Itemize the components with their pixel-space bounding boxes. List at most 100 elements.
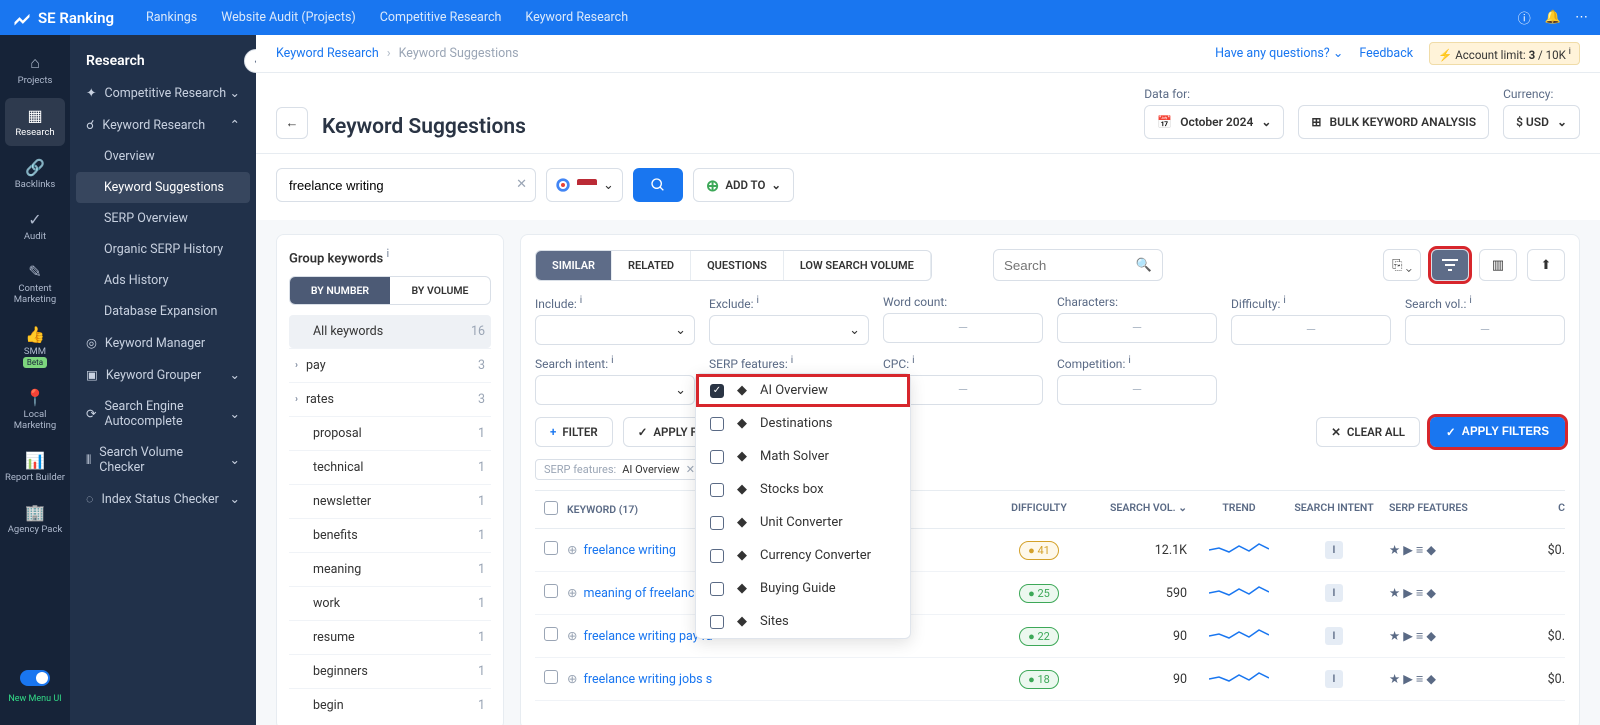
rail-report-builder[interactable]: 📊Report Builder <box>5 443 65 491</box>
sidebar-competitive-research[interactable]: ✦Competitive Research⌄ <box>70 77 256 109</box>
currency-selector[interactable]: $ USD ⌄ <box>1503 105 1580 139</box>
col-search-intent[interactable]: SEARCH INTENT <box>1279 501 1389 518</box>
sidebar-sub-overview[interactable]: Overview <box>70 141 256 172</box>
sidebar-keyword-grouper[interactable]: ▣Keyword Grouper⌄ <box>70 359 256 391</box>
sidebar-keyword-research[interactable]: ☌Keyword Research⌃ <box>70 109 256 141</box>
sidebar-sub-keyword-suggestions[interactable]: Keyword Suggestions <box>76 172 250 203</box>
nav-website-audit[interactable]: Website Audit (Projects) <box>209 10 368 25</box>
new-menu-toggle[interactable]: New Menu UI <box>8 670 61 705</box>
filter-exclude[interactable]: ⌄ <box>709 315 869 345</box>
brand-logo[interactable]: SE Ranking <box>12 8 114 28</box>
add-filter-button[interactable]: +FILTER <box>535 417 613 447</box>
group-item[interactable]: All keywords16 <box>289 315 491 348</box>
rail-agency-pack[interactable]: 🏢Agency Pack <box>5 495 65 543</box>
group-item[interactable]: beginners1 <box>289 654 491 688</box>
more-icon[interactable]: ⋯ <box>1575 10 1588 25</box>
sidebar-sub-organic-serp-history[interactable]: Organic SERP History <box>70 234 256 265</box>
rail-backlinks[interactable]: 🔗Backlinks <box>5 150 65 198</box>
clear-search-icon[interactable]: ✕ <box>516 177 527 192</box>
breadcrumb-parent[interactable]: Keyword Research <box>276 46 379 61</box>
row-checkbox[interactable] <box>544 584 558 598</box>
rail-smm[interactable]: 👍SMMBeta <box>5 317 65 376</box>
seg-by-number[interactable]: BY NUMBER <box>290 277 390 304</box>
filter-difficulty[interactable]: — <box>1231 315 1391 345</box>
clear-all-button[interactable]: ✕ CLEAR ALL <box>1316 417 1420 447</box>
tab-questions[interactable]: QUESTIONS <box>691 251 784 280</box>
sidebar-search-volume-checker[interactable]: ⫴Search Volume Checker⌄ <box>70 437 256 483</box>
sidebar-sub-ads-history[interactable]: Ads History <box>70 265 256 296</box>
col-cpc[interactable]: C <box>1509 501 1565 518</box>
filter-word-count[interactable]: — <box>883 313 1043 343</box>
group-item[interactable]: benefits1 <box>289 518 491 552</box>
sidebar-search-engine-autocomplete[interactable]: ⟳Search Engine Autocomplete⌄ <box>70 391 256 437</box>
serp-option[interactable]: ◆Math Solver <box>696 440 910 473</box>
filter-competition[interactable]: — <box>1057 375 1217 405</box>
filter-characters[interactable]: — <box>1057 313 1217 343</box>
serp-option[interactable]: ◆Currency Converter <box>696 539 910 572</box>
row-checkbox[interactable] <box>544 627 558 641</box>
group-item[interactable]: work1 <box>289 586 491 620</box>
add-to-button[interactable]: ⊕ADD TO ⌄ <box>693 168 794 202</box>
tab-related[interactable]: RELATED <box>612 251 691 280</box>
columns-button[interactable]: ▥ <box>1479 249 1517 281</box>
select-all-checkbox[interactable] <box>544 501 558 515</box>
questions-link[interactable]: Have any questions? ⌄ <box>1215 45 1343 61</box>
serp-option[interactable]: ✓◆AI Overview <box>696 374 910 407</box>
filter-search-vol[interactable]: — <box>1405 315 1565 345</box>
sidebar-keyword-manager[interactable]: ◎Keyword Manager <box>70 327 256 359</box>
notifications-icon[interactable]: 🔔 <box>1545 10 1561 25</box>
nav-rankings[interactable]: Rankings <box>134 10 209 25</box>
group-item[interactable]: technical1 <box>289 450 491 484</box>
sidebar-sub-serp-overview[interactable]: SERP Overview <box>70 203 256 234</box>
seg-by-volume[interactable]: BY VOLUME <box>390 277 490 304</box>
serp-option[interactable]: ◆Sites <box>696 605 910 638</box>
sidebar-sub-database-expansion[interactable]: Database Expansion <box>70 296 256 327</box>
results-search-input[interactable] <box>1004 258 1136 273</box>
keyword-link[interactable]: freelance writing pay ra <box>583 629 712 644</box>
row-checkbox[interactable] <box>544 541 558 555</box>
sidebar-index-status-checker[interactable]: ◌Index Status Checker⌄ <box>70 483 256 515</box>
help-icon[interactable]: ⓘ <box>1518 8 1531 27</box>
tab-low-search-volume[interactable]: LOW SEARCH VOLUME <box>784 251 931 280</box>
row-checkbox[interactable] <box>544 670 558 684</box>
tab-similar[interactable]: SIMILAR <box>536 251 612 280</box>
group-item[interactable]: resume1 <box>289 620 491 654</box>
keyword-link[interactable]: freelance writing <box>583 543 675 558</box>
filter-include[interactable]: ⌄ <box>535 315 695 345</box>
col-trend[interactable]: TREND <box>1199 501 1279 518</box>
group-item[interactable]: newsletter1 <box>289 484 491 518</box>
keyword-link[interactable]: freelance writing jobs s <box>583 672 712 687</box>
rail-projects[interactable]: ⌂Projects <box>5 45 65 94</box>
group-item[interactable]: meaning1 <box>289 552 491 586</box>
serp-option[interactable]: ◆Buying Guide <box>696 572 910 605</box>
search-engine-selector[interactable]: ⌄ <box>546 168 623 202</box>
filter-icon-button[interactable] <box>1431 249 1469 281</box>
col-search-vol[interactable]: SEARCH VOL. ⌄ <box>1089 501 1199 518</box>
date-selector[interactable]: 📅 October 2024 ⌄ <box>1144 105 1284 139</box>
serp-option[interactable]: ◆Stocks box <box>696 473 910 506</box>
group-item[interactable]: begin1 <box>289 688 491 722</box>
group-item[interactable]: ›rates3 <box>289 382 491 416</box>
filter-search-intent[interactable]: ⌄ <box>535 375 695 405</box>
serp-option[interactable]: ◆Destinations <box>696 407 910 440</box>
keyword-search-input[interactable] <box>289 169 507 201</box>
rail-research[interactable]: ▦Research <box>5 98 65 146</box>
col-difficulty[interactable]: DIFFICULTY <box>989 501 1089 518</box>
active-filter-chip[interactable]: SERP features: AI Overview ✕ <box>535 459 704 480</box>
nav-keyword-research[interactable]: Keyword Research <box>513 10 640 25</box>
apply-filters-button[interactable]: ✓ APPLY FILTERS <box>1430 417 1565 447</box>
copy-button[interactable]: ⎘ ⌄ <box>1383 249 1421 281</box>
rail-local-marketing[interactable]: 📍Local Marketing <box>5 380 65 439</box>
nav-competitive-research[interactable]: Competitive Research <box>368 10 514 25</box>
search-button[interactable] <box>633 168 683 202</box>
serp-option[interactable]: ◆Unit Converter <box>696 506 910 539</box>
group-item[interactable]: proposal1 <box>289 416 491 450</box>
col-serp-features[interactable]: SERP FEATURES <box>1389 501 1509 518</box>
back-button[interactable]: ← <box>276 107 308 139</box>
group-item[interactable]: ›pay3 <box>289 348 491 382</box>
bulk-keyword-analysis-button[interactable]: ⊞ BULK KEYWORD ANALYSIS <box>1298 105 1489 139</box>
feedback-link[interactable]: Feedback <box>1359 46 1413 61</box>
rail-audit[interactable]: ✓Audit <box>5 202 65 250</box>
export-button[interactable]: ⬆ <box>1527 249 1565 281</box>
rail-content-marketing[interactable]: ✎Content Marketing <box>5 254 65 313</box>
